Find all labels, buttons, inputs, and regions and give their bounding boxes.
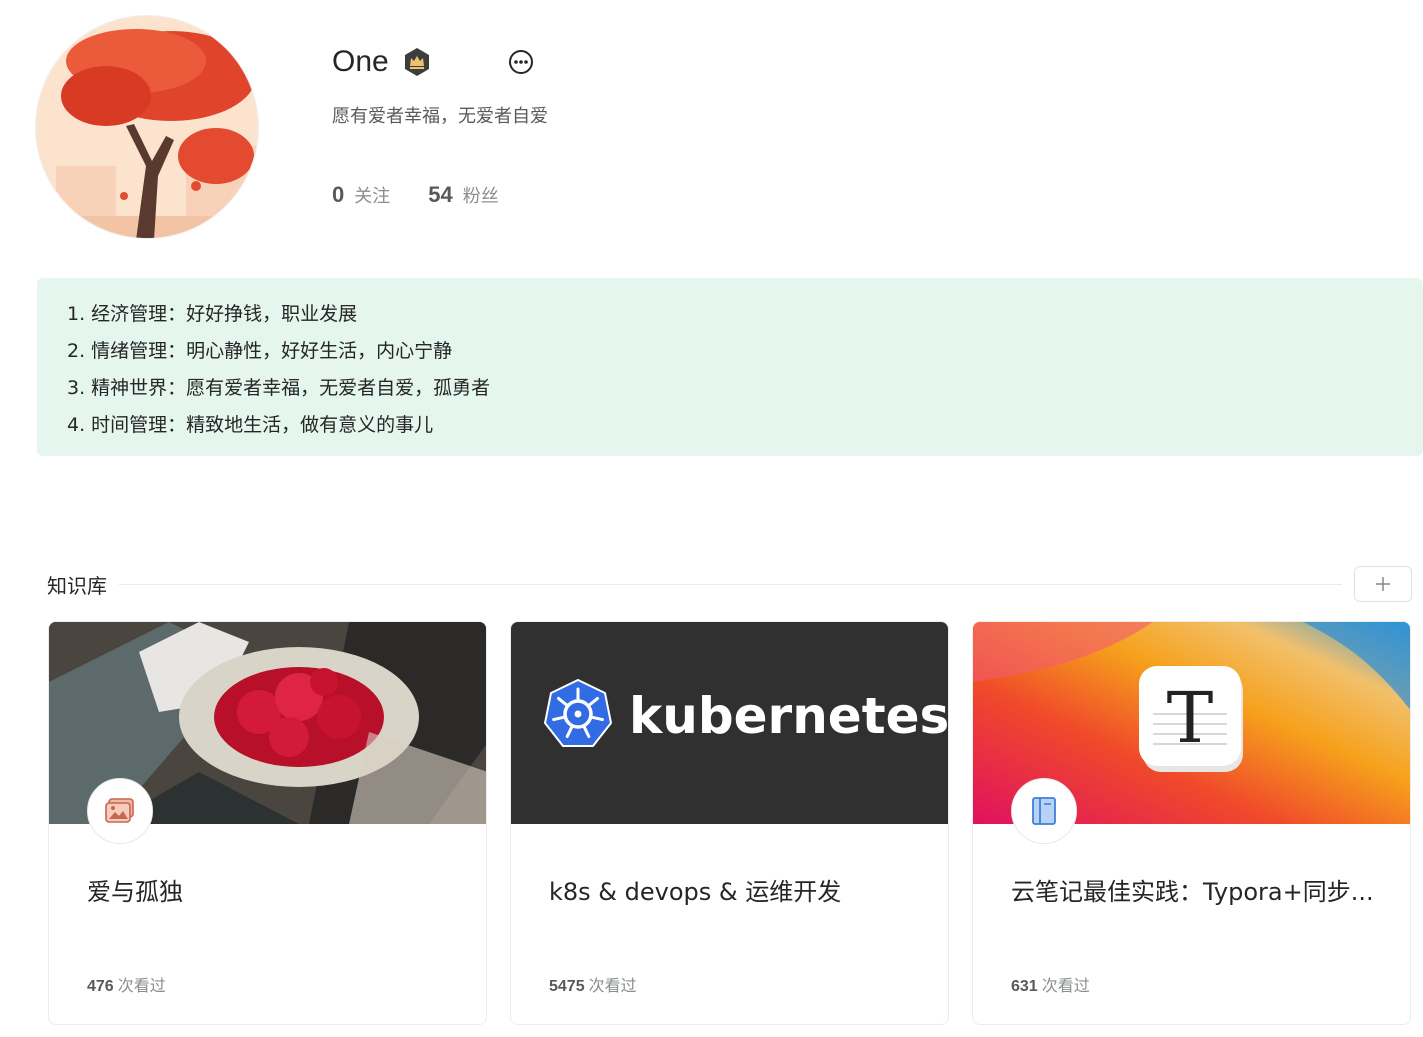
profile-description: 1. 经济管理：好好挣钱，职业发展 2. 情绪管理：明心静性，好好生活，内心宁静… <box>37 278 1423 456</box>
card-title: 云笔记最佳实践：Typora+同步... <box>1011 878 1374 906</box>
description-item: 3. 精神世界：愿有爱者幸福，无爱者自爱，孤勇者 <box>67 377 491 399</box>
followers-count: 54 <box>428 182 453 207</box>
divider <box>119 583 1342 585</box>
add-library-button[interactable] <box>1354 566 1412 602</box>
description-item: 2. 情绪管理：明心静性，好好生活，内心宁静 <box>67 340 453 362</box>
typora-logo-letter: T <box>1167 677 1214 759</box>
library-card[interactable]: kubernetes k8s & devops & 运维开发 5475 次看过 <box>510 621 949 1025</box>
view-label: 次看过 <box>1041 976 1090 995</box>
followers-label: 粉丝 <box>462 186 499 207</box>
user-stats: 0 关注 54 粉丝 <box>332 182 537 208</box>
following-label: 关注 <box>354 186 391 207</box>
library-card[interactable]: 爱与孤独 476 次看过 <box>48 621 487 1025</box>
following-count: 0 <box>332 182 345 207</box>
card-title: 爱与孤独 <box>87 878 183 906</box>
card-title: k8s & devops & 运维开发 <box>549 878 842 906</box>
view-count: 631 <box>1011 978 1038 995</box>
card-views: 631 次看过 <box>1011 972 1090 996</box>
following-stat[interactable]: 0 关注 <box>332 182 390 208</box>
card-views: 5475 次看过 <box>549 972 637 996</box>
avatar[interactable] <box>35 15 259 239</box>
user-bio: 愿有爱者幸福，无爱者自爱 <box>332 106 548 127</box>
plus-icon <box>1376 577 1390 591</box>
library-section-header: 知识库 <box>47 566 1412 602</box>
view-label: 次看过 <box>588 976 637 995</box>
card-icon <box>87 778 153 844</box>
crown-badge-icon <box>401 46 433 78</box>
library-card[interactable]: T 云笔记最佳实践：Typora+同步... 631 次看过 <box>972 621 1411 1025</box>
description-item: 4. 时间管理：精致地生活，做有意义的事儿 <box>67 414 434 436</box>
view-label: 次看过 <box>117 976 166 995</box>
book-icon <box>1032 797 1056 825</box>
view-count: 476 <box>87 978 114 995</box>
profile-header: One <box>332 40 535 84</box>
user-name: One <box>332 45 389 78</box>
followers-stat[interactable]: 54 粉丝 <box>428 182 498 208</box>
card-cover-kubernetes: kubernetes <box>511 622 948 824</box>
image-icon <box>105 798 134 823</box>
more-options-icon[interactable] <box>507 48 535 76</box>
card-views: 476 次看过 <box>87 972 166 996</box>
view-count: 5475 <box>549 978 585 995</box>
library-title: 知识库 <box>47 573 107 598</box>
description-item: 1. 经济管理：好好挣钱，职业发展 <box>67 303 358 325</box>
kubernetes-wordmark: kubernetes <box>629 687 948 745</box>
card-icon <box>1011 778 1077 844</box>
